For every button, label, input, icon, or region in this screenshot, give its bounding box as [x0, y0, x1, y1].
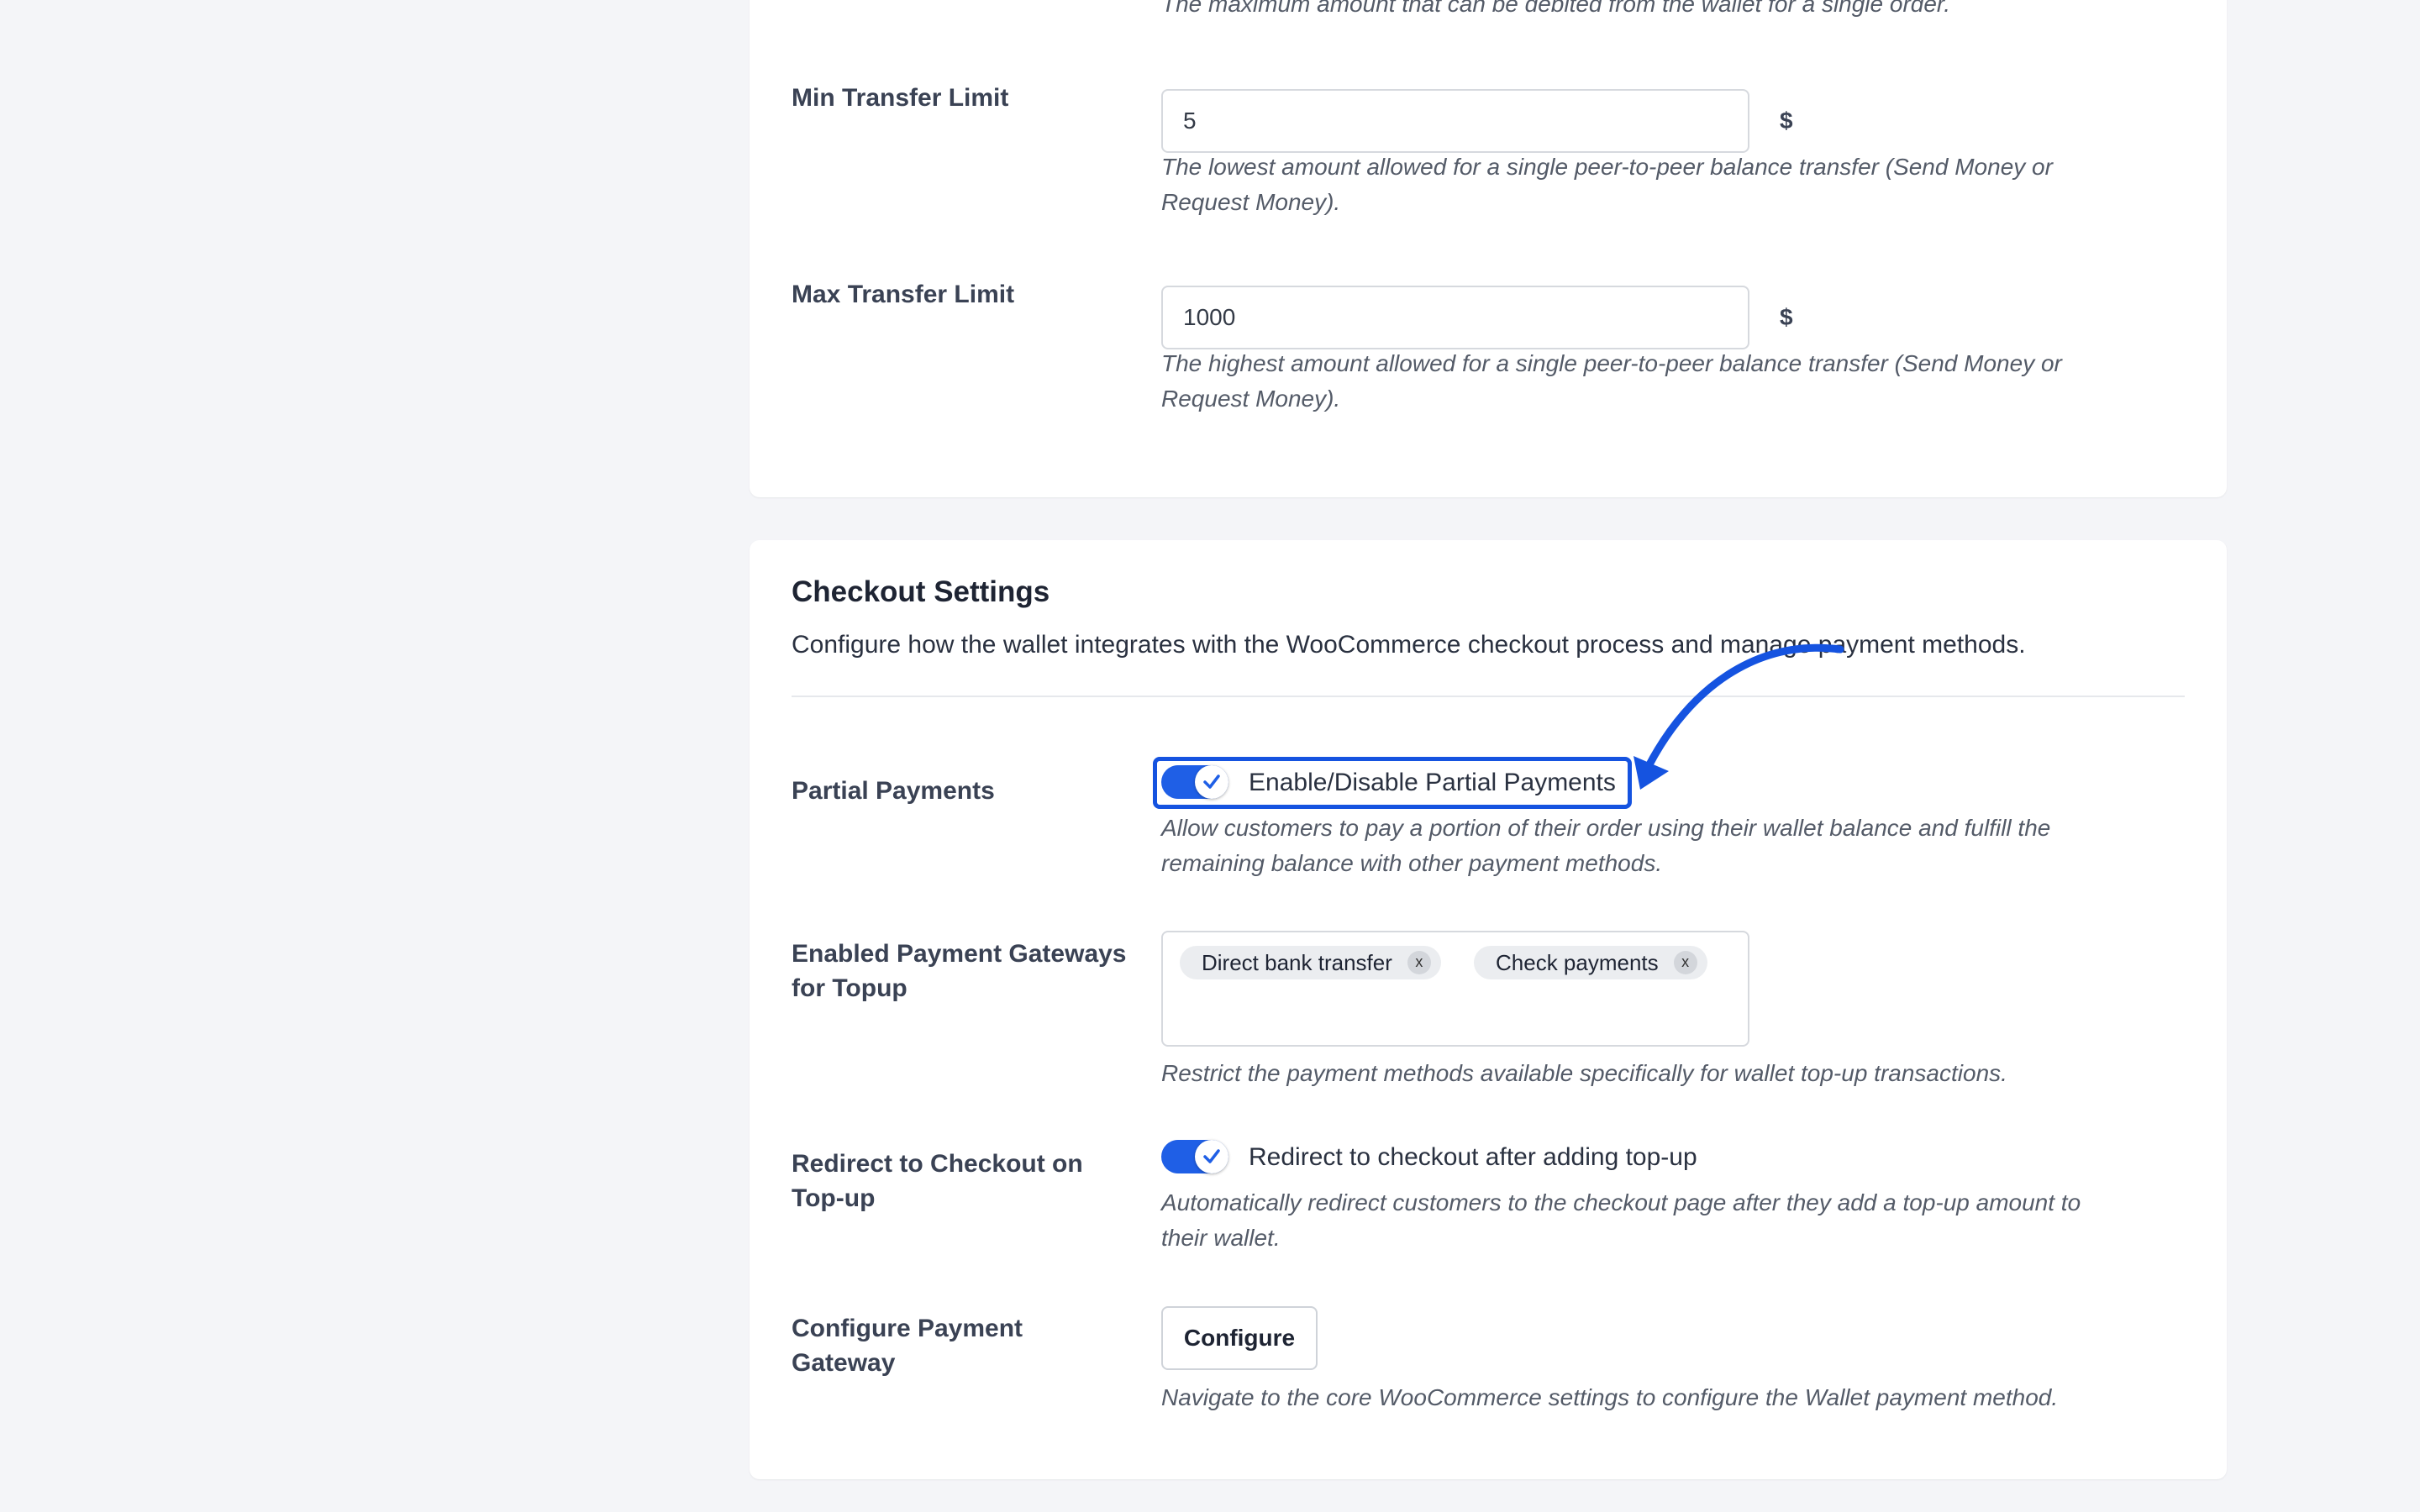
toggle-knob: [1195, 765, 1228, 799]
partial-payments-desc-line-1: Allow customers to pay a portion of thei…: [1161, 815, 2051, 841]
chip-label: Check payments: [1496, 950, 1659, 975]
gateways-description: Restrict the payment methods available s…: [1161, 1060, 2007, 1086]
partial-payments-label: Partial Payments: [792, 777, 995, 805]
redirect-desc-line-1: Automatically redirect customers to the …: [1161, 1189, 2081, 1215]
redirect-label-line-1: Redirect to Checkout on: [792, 1150, 1083, 1178]
min-transfer-description: The lowest amount allowed for a single p…: [1161, 150, 2153, 220]
limits-settings-card: The maximum amount that can be debited f…: [750, 0, 2227, 497]
gateways-label-line-1: Enabled Payment Gateways: [792, 940, 1127, 968]
configure-label: Configure Payment Gateway: [792, 1311, 1144, 1380]
max-transfer-currency: $: [1780, 304, 1793, 330]
min-transfer-desc-line-2: Request Money).: [1161, 189, 1341, 215]
section-divider: [792, 696, 2185, 697]
configure-button[interactable]: Configure: [1161, 1306, 1318, 1370]
max-transfer-input[interactable]: 1000: [1161, 286, 1749, 349]
redirect-label: Redirect to Checkout on Top-up: [792, 1147, 1144, 1215]
redirect-toggle-label[interactable]: Redirect to checkout after adding top-up: [1249, 1140, 1697, 1175]
check-icon: [1203, 774, 1220, 789]
section-description: Configure how the wallet integrates with…: [792, 631, 2026, 659]
max-transfer-description: The highest amount allowed for a single …: [1161, 346, 2153, 417]
max-transfer-desc-line-2: Request Money).: [1161, 386, 1341, 412]
configure-label-line-2: Gateway: [792, 1349, 896, 1377]
max-transfer-label: Max Transfer Limit: [792, 281, 1015, 308]
configure-description: Navigate to the core WooCommerce setting…: [1161, 1384, 2059, 1410]
max-transfer-desc-line-1: The highest amount allowed for a single …: [1161, 350, 2062, 376]
checkout-settings-card: Checkout Settings Configure how the wall…: [750, 540, 2227, 1479]
min-transfer-desc-line-1: The lowest amount allowed for a single p…: [1161, 154, 2053, 180]
gateway-chip-check-payments: Check payments x: [1474, 946, 1707, 979]
partial-payments-desc-line-2: remaining balance with other payment met…: [1161, 850, 1663, 876]
redirect-label-line-2: Top-up: [792, 1184, 876, 1212]
chip-remove-icon[interactable]: x: [1673, 951, 1697, 974]
gateways-label: Enabled Payment Gateways for Topup: [792, 937, 1144, 1005]
toggle-knob: [1195, 1140, 1228, 1173]
configure-label-line-1: Configure Payment: [792, 1315, 1023, 1342]
redirect-toggle[interactable]: [1161, 1140, 1228, 1173]
gateway-chip-bank-transfer: Direct bank transfer x: [1180, 946, 1441, 979]
chip-remove-icon[interactable]: x: [1407, 951, 1431, 974]
max-debit-description: The maximum amount that can be debited f…: [1161, 0, 1950, 17]
gateways-multiselect[interactable]: Direct bank transfer x Check payments x: [1161, 931, 1749, 1047]
chip-label: Direct bank transfer: [1202, 950, 1392, 975]
partial-payments-toggle[interactable]: [1161, 765, 1228, 799]
min-transfer-label: Min Transfer Limit: [792, 84, 1009, 112]
min-transfer-currency: $: [1780, 108, 1793, 134]
redirect-desc-line-2: their wallet.: [1161, 1225, 1281, 1251]
section-title: Checkout Settings: [792, 575, 1050, 608]
partial-payments-description: Allow customers to pay a portion of thei…: [1161, 811, 2153, 881]
gateways-label-line-2: for Topup: [792, 974, 908, 1002]
min-transfer-input[interactable]: 5: [1161, 89, 1749, 153]
redirect-description: Automatically redirect customers to the …: [1161, 1185, 2153, 1256]
partial-payments-toggle-label[interactable]: Enable/Disable Partial Payments: [1249, 765, 1616, 801]
check-icon: [1203, 1149, 1220, 1163]
